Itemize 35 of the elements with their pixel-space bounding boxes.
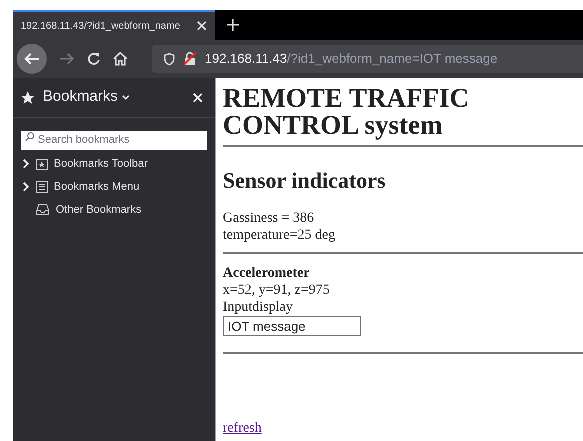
tray-icon [36, 204, 50, 216]
star-icon [21, 90, 35, 104]
bookmark-folder[interactable]: Other Bookmarks [56, 202, 142, 218]
sensor-reading: temperature=25 deg [223, 227, 336, 244]
forward-icon[interactable] [59, 52, 75, 66]
insecure-lock-icon [183, 52, 197, 66]
address-bar[interactable]: 192.168.11.43/?id1_webform_name=IOT message [152, 45, 583, 73]
input-label: Inputdisplay [223, 299, 294, 316]
star-folder-icon [36, 158, 48, 170]
reload-icon[interactable] [87, 52, 101, 66]
chevron-right-icon[interactable] [22, 182, 30, 192]
tab-title: 192.168.11.43/?id1_webform_name [21, 20, 180, 34]
sensor-reading: Gassiness = 386 [223, 210, 316, 227]
close-icon[interactable] [193, 92, 203, 102]
back-icon[interactable] [17, 44, 47, 74]
refresh-link[interactable]: refresh [223, 418, 262, 439]
sidebar-switcher[interactable]: Bookmarks [43, 86, 130, 109]
page-title: REMOTE TRAFFIC CONTROL system [223, 85, 470, 139]
bookmark-folder[interactable]: Bookmarks Toolbar [54, 156, 148, 172]
browser-tab[interactable]: 192.168.11.43/?id1_webform_name [13, 10, 215, 40]
url-text: 192.168.11.43/?id1_webform_name=IOT message [205, 50, 498, 68]
close-icon[interactable] [197, 21, 207, 31]
shield-icon[interactable] [164, 52, 175, 66]
section-heading: Sensor indicators [223, 168, 387, 194]
chevron-right-icon[interactable] [22, 159, 30, 169]
accelerometer-values: x=52, y=91, z=975 [223, 282, 331, 299]
new-tab-icon[interactable] [227, 19, 239, 31]
list-folder-icon [36, 181, 48, 193]
input-field[interactable]: IOT message [223, 316, 361, 336]
bookmark-folder[interactable]: Bookmarks Menu [54, 178, 140, 196]
chevron-down-icon [122, 94, 130, 100]
home-icon[interactable] [113, 52, 128, 66]
search-field[interactable]: Search bookmarks [21, 130, 207, 150]
search-icon [25, 132, 35, 142]
accelerometer-heading: Accelerometer [223, 265, 311, 282]
